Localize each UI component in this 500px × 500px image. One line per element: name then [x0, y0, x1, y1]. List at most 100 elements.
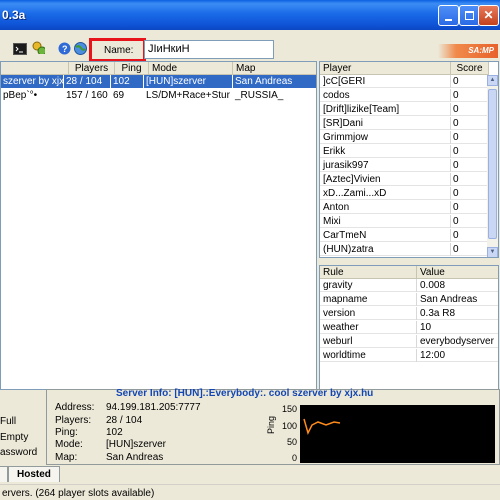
- close-button[interactable]: ✕: [478, 5, 499, 26]
- mode-label: Mode:: [55, 439, 83, 450]
- player-row[interactable]: ]cC[GERI 0: [320, 75, 490, 88]
- rule-row[interactable]: version 0.3a R8: [320, 307, 498, 320]
- player-score: 0: [453, 216, 459, 227]
- rule-name: version: [320, 307, 417, 320]
- filter-empty[interactable]: Empty: [0, 432, 28, 443]
- player-row[interactable]: [Drift]lizike[Team] 0: [320, 103, 490, 116]
- scroll-up-arrow-icon[interactable]: ▲: [487, 75, 498, 86]
- address-label: Address:: [55, 402, 95, 413]
- col-player[interactable]: Player: [320, 62, 451, 75]
- status-bar: ervers. (264 player slots available): [0, 484, 500, 500]
- player-row[interactable]: [Aztec]Vivien 0: [320, 173, 490, 186]
- globe-icon[interactable]: [74, 42, 88, 56]
- server-row[interactable]: szerver by xjx 28 / 104 102 [HUN]szerver…: [1, 75, 316, 88]
- player-row[interactable]: (HUN)zatra 0: [320, 243, 490, 256]
- scroll-down-arrow-icon[interactable]: ▼: [487, 247, 498, 257]
- mode-value: [HUN]szerver: [106, 439, 167, 450]
- player-row[interactable]: codos 0: [320, 89, 490, 102]
- player-name: jurasik997: [320, 159, 451, 172]
- player-name: Anton: [320, 201, 451, 214]
- col-hostname[interactable]: [1, 62, 69, 75]
- minimize-button[interactable]: [438, 5, 459, 26]
- col-players[interactable]: Players: [69, 62, 115, 75]
- player-row[interactable]: [SR]Dani 0: [320, 117, 490, 130]
- tab-hosted[interactable]: Hosted: [8, 466, 60, 482]
- name-label: Name:: [104, 45, 134, 56]
- rule-value: everybodyserver: [420, 336, 494, 347]
- player-score: 0: [453, 90, 459, 101]
- rule-row[interactable]: weburl everybodyserver: [320, 335, 498, 348]
- player-name: [SR]Dani: [320, 117, 451, 130]
- player-score: 0: [453, 188, 459, 199]
- player-score: 0: [453, 202, 459, 213]
- col-mode[interactable]: Mode: [149, 62, 233, 75]
- rule-name: gravity: [320, 279, 417, 292]
- players-scrollbar[interactable]: ▲ ▼: [487, 75, 498, 257]
- help-icon[interactable]: ?: [58, 42, 72, 56]
- maximize-button[interactable]: [459, 5, 480, 26]
- server-players: 157 / 160: [66, 90, 108, 101]
- scroll-thumb[interactable]: [488, 89, 497, 239]
- player-row[interactable]: Anton 0: [320, 201, 490, 214]
- ping-tick-label: 100: [281, 421, 297, 431]
- col-map[interactable]: Map: [233, 62, 316, 75]
- player-name: (HUN)zatra: [320, 243, 451, 256]
- toolbar-edge-icon[interactable]: [0, 42, 8, 56]
- col-score[interactable]: Score: [451, 62, 489, 75]
- rule-row[interactable]: mapname San Andreas: [320, 293, 498, 306]
- ping-tick-label: 150: [281, 404, 297, 414]
- player-row[interactable]: Erikk 0: [320, 145, 490, 158]
- server-hostname: pBep`°•: [3, 90, 38, 101]
- player-row[interactable]: xD...Zami...xD 0: [320, 187, 490, 200]
- tab-partial[interactable]: [0, 466, 8, 482]
- player-name: Erikk: [320, 145, 451, 158]
- rule-name: worldtime: [320, 349, 417, 362]
- player-name: [Drift]lizike[Team]: [320, 103, 451, 116]
- server-ping: 102: [111, 75, 144, 88]
- server-list[interactable]: Players Ping Mode Map szerver by xjx 28 …: [0, 61, 317, 390]
- rule-value: 0.3a R8: [420, 308, 456, 319]
- ping-graph-line: [303, 418, 341, 436]
- address-value: 94.199.181.205:7777: [106, 402, 201, 413]
- player-score: 0: [453, 160, 459, 171]
- rule-row[interactable]: gravity 0.008: [320, 279, 498, 292]
- player-row[interactable]: CarTmeN 0: [320, 229, 490, 242]
- col-value[interactable]: Value: [417, 266, 498, 279]
- server-row[interactable]: pBep`°• 157 / 160 69 LS/DM+Race+Stur _RU…: [1, 89, 316, 102]
- player-row[interactable]: Grimmjow 0: [320, 131, 490, 144]
- player-row[interactable]: jurasik997 0: [320, 159, 490, 172]
- console-icon[interactable]: [13, 42, 27, 56]
- server-mode: LS/DM+Race+Stur: [146, 90, 230, 101]
- rules-list[interactable]: Rule Value gravity 0.008 mapname San Andrea…: [319, 265, 499, 390]
- player-name: codos: [320, 89, 451, 102]
- player-score: 0: [453, 244, 459, 255]
- filter-full[interactable]: Full: [0, 416, 16, 427]
- player-name: CarTmeN: [320, 229, 451, 242]
- server-hostname: szerver by xjx: [3, 75, 64, 88]
- players-value: 28 / 104: [106, 415, 143, 426]
- filter-password[interactable]: assword: [0, 447, 37, 458]
- ping-tick-label: 0: [291, 453, 297, 463]
- player-score: 0: [453, 146, 459, 157]
- samp-logo: SA:MP: [438, 44, 498, 58]
- rule-name: weburl: [320, 335, 417, 348]
- rule-row[interactable]: worldtime 12:00: [320, 349, 498, 362]
- maximize-icon: [465, 11, 474, 20]
- col-ping[interactable]: Ping: [115, 62, 149, 75]
- player-name: Grimmjow: [320, 131, 451, 144]
- player-score: 0: [453, 76, 459, 87]
- rule-value: 12:00: [420, 350, 446, 361]
- player-name: xD...Zami...xD: [320, 187, 451, 200]
- ping-graph: [300, 405, 495, 463]
- player-row[interactable]: Mixi 0: [320, 215, 490, 228]
- nickname-input[interactable]: JIиНкиН: [144, 40, 274, 59]
- sa-mp-browser-window: 0.3a ✕ ? Name: JIиНкиН SA:MP Players Pin…: [0, 0, 500, 500]
- settings-gears-icon[interactable]: [31, 40, 45, 54]
- players-list[interactable]: Player Score ]cC[GERI 0 codos 0 [Drift]lizik…: [319, 61, 499, 258]
- ping-tick-label: 50: [286, 437, 297, 447]
- rule-value: San Andreas: [420, 294, 478, 305]
- player-score: 0: [453, 132, 459, 143]
- server-info-title: Server Info: [HUN].:Everybody:. cool sze…: [116, 388, 374, 399]
- rule-row[interactable]: weather 10: [320, 321, 498, 334]
- col-rule[interactable]: Rule: [320, 266, 417, 279]
